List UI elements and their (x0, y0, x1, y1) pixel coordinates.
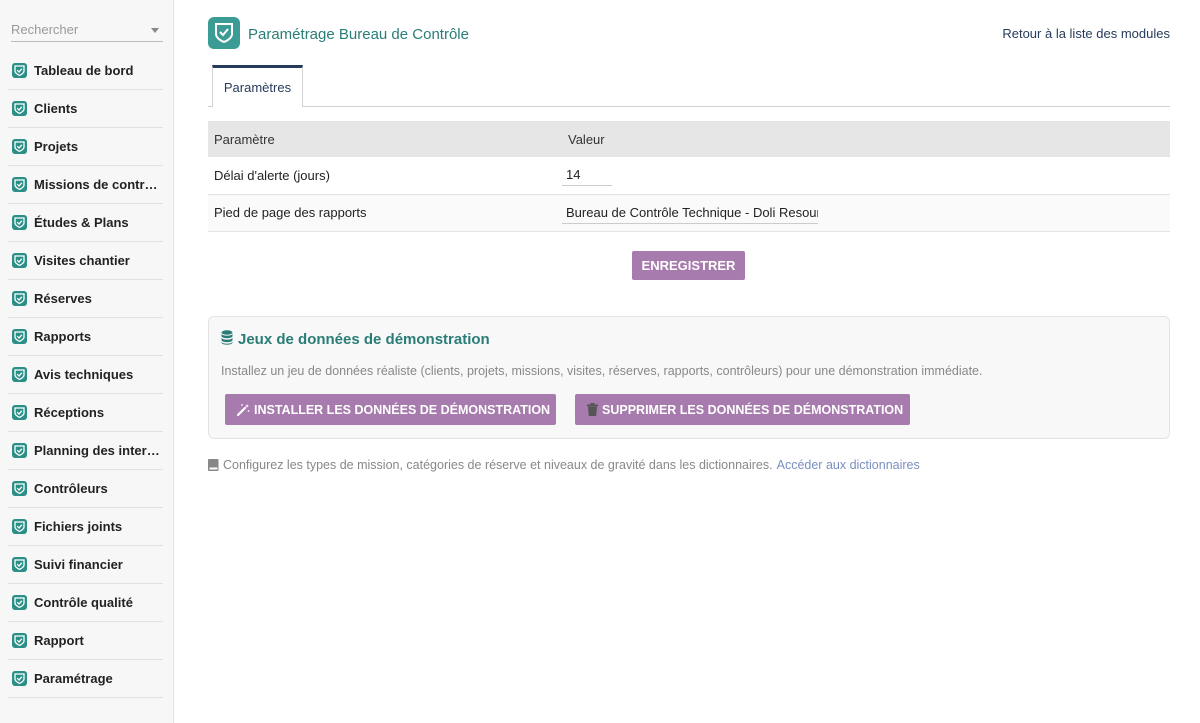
sidebar-item-label: Rapport (34, 633, 84, 648)
column-header-parametre: Paramètre (208, 121, 562, 157)
demo-panel-description: Installez un jeu de données réaliste (cl… (221, 364, 983, 378)
shield-check-icon (12, 595, 27, 610)
sidebar-item-label: Études & Plans (34, 215, 129, 230)
sidebar-item-label: Contrôle qualité (34, 595, 133, 610)
page-title: Paramétrage Bureau de Contrôle (248, 26, 469, 43)
main-content: Paramétrage Bureau de Contrôle Retour à … (174, 0, 1200, 723)
sidebar-item-label: Clients (34, 101, 78, 116)
sidebar-item-missions-de-controle[interactable]: Missions de contrôle (8, 166, 163, 204)
sidebar-item-label: Avis techniques (34, 367, 134, 382)
sidebar-item-label: Planning des interventions (34, 443, 162, 458)
shield-check-icon (12, 671, 27, 686)
dictionaries-link[interactable]: Accéder aux dictionnaires (777, 458, 920, 472)
shield-check-icon (12, 177, 27, 192)
shield-check-icon (12, 443, 27, 458)
dictionary-note: Configurez les types de mission, catégor… (208, 458, 920, 472)
shield-check-icon (12, 139, 27, 154)
shield-check-icon (12, 215, 27, 230)
dictionary-note-text: Configurez les types de mission, catégor… (223, 458, 773, 472)
back-to-modules-link[interactable]: Retour à la liste des modules (1002, 26, 1170, 41)
sidebar-item-projets[interactable]: Projets (8, 128, 163, 166)
sidebar-item-label: Contrôleurs (34, 481, 108, 496)
shield-check-icon (12, 519, 27, 534)
sidebar-menu: Tableau de bord Clients Projets Missions de… (8, 52, 163, 698)
sidebar-item-tableau-de-bord[interactable]: Tableau de bord (8, 52, 163, 90)
database-icon (221, 330, 233, 349)
module-shield-icon (208, 17, 240, 49)
sidebar-item-rapports[interactable]: Rapports (8, 318, 163, 356)
sidebar-item-planning-des-interventions[interactable]: Planning des interventions (8, 432, 163, 470)
search-input[interactable] (11, 18, 141, 40)
delete-demo-label: SUPPRIMER LES DONNÉES DE DÉMONSTRATION (602, 402, 904, 417)
table-header-row: Paramètre Valeur (208, 121, 1170, 157)
sidebar-item-label: Missions de contrôle (34, 177, 162, 192)
save-button[interactable]: ENREGISTRER (632, 251, 745, 280)
shield-check-icon (12, 633, 27, 648)
sidebar-item-label: Rapports (34, 329, 92, 344)
sidebar-item-reserves[interactable]: Réserves (8, 280, 163, 318)
delete-demo-button[interactable]: SUPPRIMER LES DONNÉES DE DÉMONSTRATION (575, 394, 910, 425)
sidebar-item-controle-qualite[interactable]: Contrôle qualité (8, 584, 163, 622)
param-value-cell (562, 157, 1170, 195)
shield-check-icon (12, 405, 27, 420)
sidebar-item-fichiers-joints[interactable]: Fichiers joints (8, 508, 163, 546)
sidebar-item-receptions[interactable]: Réceptions (8, 394, 163, 432)
sidebar-item-visites-chantier[interactable]: Visites chantier (8, 242, 163, 280)
shield-check-icon (12, 329, 27, 344)
sidebar-item-parametrage[interactable]: Paramétrage (8, 660, 163, 698)
sidebar-item-label: Projets (34, 139, 79, 154)
shield-check-icon (12, 253, 27, 268)
sidebar-item-label: Paramétrage (34, 671, 113, 686)
tab-bar: Paramètres (208, 65, 1170, 107)
shield-check-icon (12, 63, 27, 78)
sidebar-item-controleurs[interactable]: Contrôleurs (8, 470, 163, 508)
parameters-table: Paramètre Valeur Délai d'alerte (jours) … (208, 121, 1170, 232)
chevron-down-icon[interactable] (151, 28, 159, 33)
param-label: Pied de page des rapports (208, 194, 562, 232)
demo-panel-title-text: Jeux de données de démonstration (238, 331, 490, 348)
shield-check-icon (12, 367, 27, 382)
sidebar-item-clients[interactable]: Clients (8, 90, 163, 128)
sidebar-item-label: Réceptions (34, 405, 105, 420)
param-value-cell (562, 194, 1170, 232)
sidebar-item-label: Visites chantier (34, 253, 130, 268)
shield-check-icon (12, 291, 27, 306)
shield-check-icon (12, 481, 27, 496)
demo-panel-title: Jeux de données de démonstration (221, 330, 490, 349)
report-footer-input[interactable] (562, 201, 818, 224)
shield-check-icon (12, 557, 27, 572)
shield-check-icon (12, 101, 27, 116)
param-label: Délai d'alerte (jours) (208, 157, 562, 195)
trash-icon (587, 403, 598, 416)
search-box[interactable] (11, 18, 163, 42)
table-row: Délai d'alerte (jours) (208, 157, 1170, 195)
magic-wand-icon (237, 403, 250, 416)
sidebar-item-rapport[interactable]: Rapport (8, 622, 163, 660)
table-row: Pied de page des rapports (208, 194, 1170, 232)
sidebar-item-label: Fichiers joints (34, 519, 123, 534)
sidebar-item-label: Réserves (34, 291, 92, 306)
sidebar-item-label: Suivi financier (34, 557, 123, 572)
sidebar: Tableau de bord Clients Projets Missions de… (0, 0, 174, 723)
alert-delay-input[interactable] (562, 164, 612, 187)
column-header-valeur: Valeur (562, 121, 1170, 157)
install-demo-button[interactable]: INSTALLER LES DONNÉES DE DÉMONSTRATION (225, 394, 556, 425)
sidebar-item-avis-techniques[interactable]: Avis techniques (8, 356, 163, 394)
sidebar-item-suivi-financier[interactable]: Suivi financier (8, 546, 163, 584)
demo-data-panel: Jeux de données de démonstration Install… (208, 316, 1170, 439)
sidebar-item-etudes-plans[interactable]: Études & Plans (8, 204, 163, 242)
tab-parametres[interactable]: Paramètres (212, 65, 303, 107)
sidebar-item-label: Tableau de bord (34, 63, 134, 78)
book-icon (208, 459, 219, 471)
install-demo-label: INSTALLER LES DONNÉES DE DÉMONSTRATION (254, 402, 551, 417)
